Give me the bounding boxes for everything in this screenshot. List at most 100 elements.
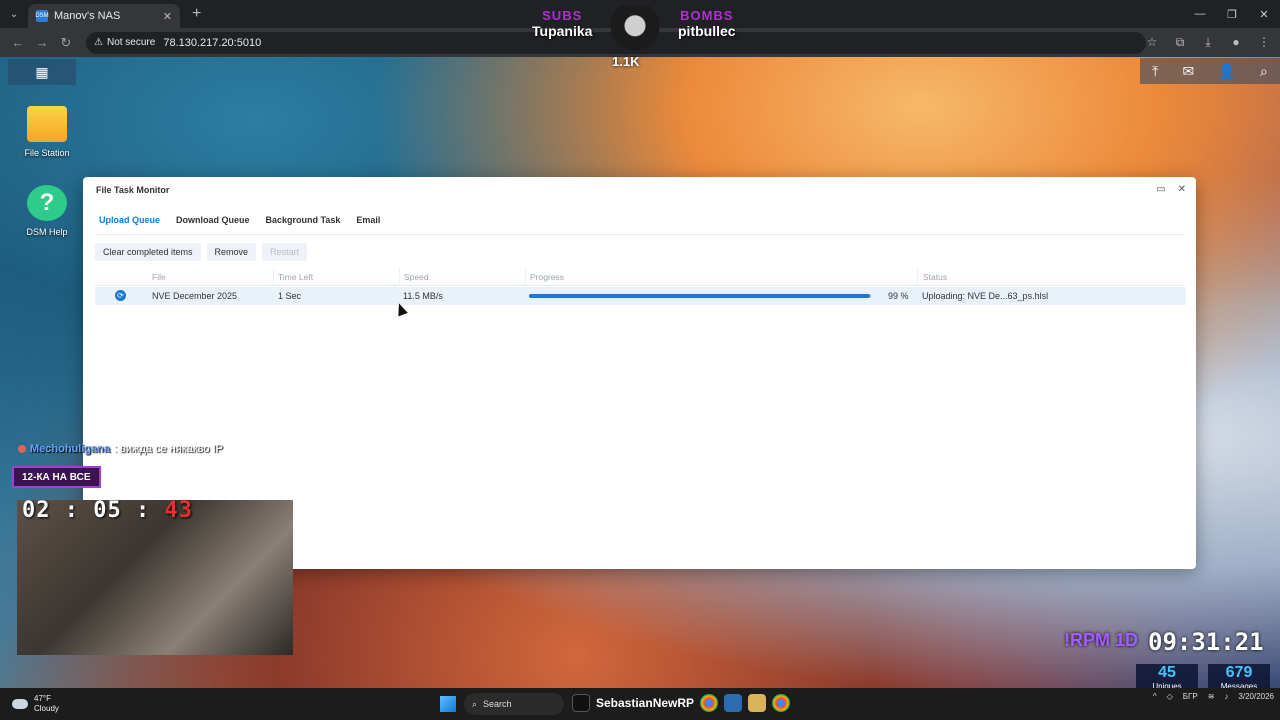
weather-condition: Cloudy [34, 704, 59, 713]
progress-bar-fill [529, 294, 870, 298]
downloads-icon[interactable]: ⤓ [1196, 30, 1220, 54]
start-icon[interactable] [440, 696, 456, 712]
close-tab-icon[interactable]: ✕ [163, 10, 172, 23]
timer-minutes: 05 [93, 498, 122, 523]
not-secure-badge[interactable]: ⚠ Not secure [94, 37, 155, 48]
maximize-icon[interactable]: ❐ [1216, 0, 1248, 28]
chat-text: : вижда се някакво IP [114, 443, 224, 455]
remove-button[interactable]: Remove [206, 243, 257, 261]
cell-status: Uploading: NVE De...63_ps.hlsl [922, 291, 1049, 301]
windows-taskbar: 47°F Cloudy ⌕ Search SebastianNewRP ^ ◇ … [0, 688, 1280, 720]
menu-icon[interactable]: ⋮ [1252, 30, 1276, 54]
notifications-icon[interactable]: ✉ [1182, 63, 1194, 80]
bombs-name: pitbullec [678, 23, 736, 39]
toolbar-right: ☆ ⧉ ⤓ ● ⋮ [1140, 30, 1276, 54]
cloud-icon [12, 699, 28, 709]
minimize-icon[interactable]: — [1184, 0, 1216, 28]
url-text[interactable]: 78.130.217.20:5010 [163, 37, 261, 49]
tab-download-queue[interactable]: Download Queue [176, 215, 250, 225]
subs-name: Tupanika [532, 23, 593, 39]
tab-background-task[interactable]: Background Task [266, 215, 341, 225]
progress-bar [529, 294, 873, 298]
network-icon[interactable]: ◇ [1167, 692, 1173, 701]
desktop-icon-dsm-help[interactable]: ? DSM Help [7, 185, 87, 237]
new-tab-icon[interactable]: + [192, 5, 201, 23]
forward-icon[interactable]: → [30, 31, 54, 55]
chrome-icon[interactable] [772, 694, 791, 712]
column-divider [525, 268, 526, 285]
window-toolbar: Clear completed items Remove Restart [95, 243, 308, 261]
warning-icon: ⚠ [94, 37, 103, 48]
column-header-status[interactable]: Status [923, 272, 947, 282]
stream-timer: 02 : 05 : 43 [22, 498, 193, 523]
timer-seconds: 43 [164, 498, 193, 523]
desktop-icon-label: DSM Help [26, 227, 68, 237]
column-header-progress[interactable]: Progress [530, 272, 564, 282]
wifi-icon[interactable]: ≋ [1208, 692, 1215, 701]
window-controls: — ❐ ✕ [1184, 0, 1280, 28]
cell-speed: 11.5 MB/s [403, 291, 443, 301]
desktop-icon-label: File Station [24, 148, 70, 158]
tab-upload-queue[interactable]: Upload Queue [99, 215, 160, 225]
follower-count: 1.1K [612, 54, 640, 69]
tabs-divider [95, 234, 1184, 235]
table-header: File Time Left Speed Progress Status [95, 268, 1184, 286]
taskbar-date[interactable]: 3/20/2026 [1238, 692, 1274, 701]
tab-email[interactable]: Email [356, 215, 380, 225]
column-header-time-left[interactable]: Time Left [278, 272, 313, 282]
language-indicator[interactable]: БГР [1183, 692, 1198, 701]
main-menu-icon[interactable]: ▦ [8, 59, 76, 85]
maximize-window-icon[interactable]: ▭ [1156, 184, 1165, 195]
weather-text: 47°F Cloudy [34, 694, 59, 714]
taskbar-app-text: SebastianNewRP [596, 696, 695, 710]
subs-block: SUBS Tupanika [532, 8, 592, 39]
volume-icon[interactable]: ♪ [1224, 692, 1228, 701]
taskbar-search[interactable]: ⌕ Search [464, 693, 564, 715]
close-window-icon[interactable]: ✕ [1178, 184, 1186, 195]
restart-button[interactable]: Restart [262, 243, 308, 261]
app-icon[interactable] [724, 694, 743, 712]
column-header-speed[interactable]: Speed [404, 272, 429, 282]
weather-temp: 47°F [34, 694, 51, 703]
chrome-icon[interactable] [700, 694, 719, 712]
banner-tag: 12-КА НА ВСЕ [12, 466, 101, 488]
tiktok-icon[interactable] [572, 694, 590, 712]
back-icon[interactable]: ← [6, 31, 30, 55]
browser-tab[interactable]: DSM Manov's NAS ✕ [28, 4, 180, 28]
stream-overlay-top: SUBS Tupanika 1.1K BOMBS pitbullec [530, 6, 750, 72]
window-buttons: ▭ ✕ [1156, 184, 1186, 195]
bookmark-star-icon[interactable]: ☆ [1140, 30, 1164, 54]
bombs-label: BOMBS [680, 8, 734, 23]
tab-title: Manov's NAS [54, 10, 121, 22]
chat-badge-icon [18, 445, 26, 453]
timer-hours: 02 [22, 498, 51, 523]
cell-file: NVE December 2025 [152, 291, 238, 301]
stream-banner: 12-КА НА ВСЕ [12, 466, 292, 488]
overlay-clock: 09:31:21 [1148, 628, 1264, 656]
reload-icon[interactable]: ↻ [54, 31, 78, 55]
chat-username: Mechohuligana [30, 443, 111, 455]
weather-widget[interactable]: 47°F Cloudy [12, 694, 59, 714]
desktop-icon-file-station[interactable]: File Station [7, 106, 87, 158]
upload-icon[interactable]: ⤒ [1152, 63, 1158, 80]
extensions-icon[interactable]: ⧉ [1168, 30, 1192, 54]
clear-completed-button[interactable]: Clear completed items [95, 243, 201, 261]
help-icon: ? [27, 185, 67, 221]
uploading-status-icon: ⟳ [115, 290, 126, 301]
webcam-feed [17, 500, 293, 655]
app-icon[interactable] [748, 694, 767, 712]
table-row[interactable]: ⟳ NVE December 2025 1 Sec 11.5 MB/s 99 %… [95, 287, 1186, 305]
chevron-up-icon[interactable]: ^ [1153, 692, 1157, 701]
subs-label: SUBS [542, 8, 583, 23]
cell-progress-text: 99 % [888, 291, 909, 301]
user-icon[interactable]: 👤 [1218, 63, 1235, 80]
not-secure-label: Not secure [106, 37, 156, 48]
search-label: Search [483, 699, 512, 709]
close-window-icon[interactable]: ✕ [1248, 0, 1280, 28]
column-header-file[interactable]: File [152, 272, 166, 282]
window-title: File Task Monitor [96, 185, 170, 195]
tab-search-icon[interactable]: ⌄ [0, 0, 28, 28]
profile-icon[interactable]: ● [1224, 30, 1248, 54]
column-divider [273, 268, 274, 285]
search-icon[interactable]: ⌕ [1260, 63, 1268, 80]
